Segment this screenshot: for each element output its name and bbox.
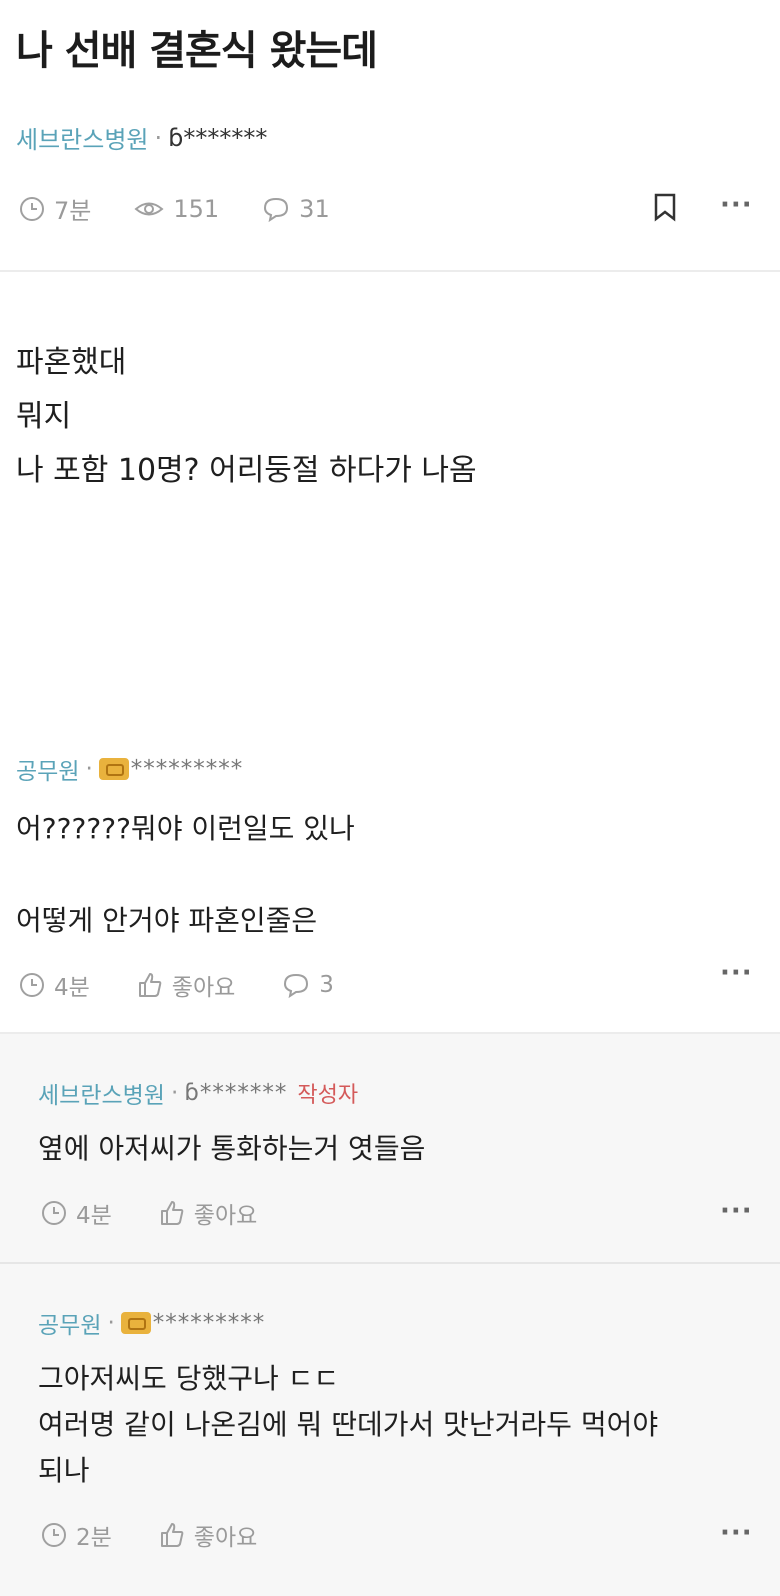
comment-icon bbox=[284, 973, 309, 999]
post-views: 151 bbox=[133, 195, 219, 223]
like-label: 좋아요 bbox=[193, 1525, 258, 1551]
reply-author[interactable]: 공무원 · ********* bbox=[38, 1306, 780, 1340]
reply-meta: 2분 좋아요 bbox=[40, 1518, 780, 1552]
reply-line: 여러명 같이 나온김에 뭐 딴데가서 맛난거라두 먹어야 bbox=[38, 1408, 659, 1441]
post-meta: 7분 151 31 bbox=[18, 191, 372, 226]
post-time-text: 7분 bbox=[54, 197, 92, 225]
post-comments-count: 31 bbox=[299, 194, 330, 223]
reply-count: 3 bbox=[319, 972, 334, 998]
eye-icon bbox=[134, 202, 164, 215]
reply-author[interactable]: 세브란스병원 · ɓ******* 작성자 bbox=[38, 1076, 780, 1110]
comment-nickname[interactable]: ********* bbox=[131, 756, 244, 782]
reply-meta: 4분 좋아요 bbox=[40, 1196, 780, 1230]
divider bbox=[0, 1032, 780, 1034]
reply-text: 그아저씨도 당했구나 ㄷㄷ 여러명 같이 나온김에 뭐 딴데가서 맛난거라두 먹… bbox=[38, 1356, 780, 1494]
bookmark-icon[interactable] bbox=[652, 192, 678, 222]
reply-time-text: 2분 bbox=[76, 1525, 112, 1551]
reply-more-button[interactable]: ··· bbox=[720, 1196, 753, 1226]
thumbs-up-icon bbox=[138, 973, 162, 997]
post-views-count: 151 bbox=[173, 194, 220, 223]
reply-more-button[interactable]: ··· bbox=[720, 1518, 753, 1548]
post-comments[interactable]: 31 bbox=[261, 195, 330, 223]
comment-company[interactable]: 공무원 bbox=[16, 752, 79, 786]
reply: 공무원 · ********* 그아저씨도 당했구나 ㄷㄷ 여러명 같이 나온김… bbox=[0, 1306, 780, 1552]
post-time: 7분 bbox=[18, 191, 91, 226]
post-more-button[interactable]: ··· bbox=[720, 190, 753, 220]
thumbs-up-icon bbox=[160, 1201, 184, 1225]
reply-text: 옆에 아저씨가 통화하는거 엿들음 bbox=[38, 1126, 780, 1172]
reply-time: 2분 bbox=[40, 1518, 112, 1552]
post-title: 나 선배 결혼식 왔는데 bbox=[16, 28, 378, 74]
separator-dot: · bbox=[85, 756, 93, 782]
comment-line: 어떻게 안거야 파혼인줄은 bbox=[16, 904, 318, 937]
comment-icon bbox=[264, 197, 289, 222]
reply-nickname[interactable]: ********* bbox=[153, 1310, 266, 1336]
comment-line bbox=[16, 852, 780, 898]
clock-icon bbox=[42, 1523, 66, 1547]
reply-line: 그아저씨도 당했구나 ㄷㄷ bbox=[38, 1362, 340, 1395]
writer-badge: 작성자 bbox=[297, 1083, 359, 1108]
reply-line: 되나 bbox=[38, 1454, 90, 1487]
separator-dot: · bbox=[154, 123, 163, 152]
post-body-line: 뭐지 bbox=[16, 399, 72, 434]
like-label: 좋아요 bbox=[193, 1203, 258, 1229]
post-body: 파혼했대 뭐지 나 포함 10명? 어리둥절 하다가 나옴 bbox=[16, 336, 477, 498]
clock-icon bbox=[42, 1201, 66, 1225]
comment-time: 4분 bbox=[18, 968, 90, 1002]
divider bbox=[0, 270, 780, 272]
comment-author[interactable]: 공무원 · ********* bbox=[16, 752, 780, 786]
comment-line: 어??????뭐야 이런일도 있나 bbox=[16, 812, 355, 845]
like-button[interactable]: 좋아요 bbox=[158, 1196, 257, 1230]
reply-count-button[interactable]: 3 bbox=[281, 971, 334, 999]
reply: 세브란스병원 · ɓ******* 작성자 옆에 아저씨가 통화하는거 엿들음 … bbox=[0, 1076, 780, 1230]
comment-more-button[interactable]: ··· bbox=[720, 958, 753, 988]
comment-time-text: 4분 bbox=[54, 975, 90, 1001]
like-label: 좋아요 bbox=[171, 975, 236, 1001]
comment-text: 어??????뭐야 이런일도 있나 어떻게 안거야 파혼인줄은 bbox=[16, 806, 780, 944]
post-body-line: 파혼했대 bbox=[16, 345, 127, 380]
author-nickname[interactable]: ɓ******* bbox=[168, 124, 267, 152]
clock-icon bbox=[20, 196, 44, 221]
like-button[interactable]: 좋아요 bbox=[136, 968, 235, 1002]
divider bbox=[0, 1262, 780, 1264]
clock-icon bbox=[20, 973, 44, 997]
reply-company[interactable]: 공무원 bbox=[38, 1306, 101, 1340]
reply-company[interactable]: 세브란스병원 bbox=[38, 1076, 165, 1110]
reply-time: 4분 bbox=[40, 1196, 112, 1230]
post-page: 나 선배 결혼식 왔는데 세브란스병원 · ɓ******* 7분 151 31… bbox=[0, 0, 780, 1596]
like-button[interactable]: 좋아요 bbox=[158, 1518, 257, 1552]
fist-badge-icon bbox=[120, 1312, 151, 1334]
reply-line: 옆에 아저씨가 통화하는거 엿들음 bbox=[38, 1132, 426, 1165]
author-company[interactable]: 세브란스병원 bbox=[16, 120, 148, 155]
thumbs-up-icon bbox=[160, 1523, 184, 1547]
post-author[interactable]: 세브란스병원 · ɓ******* bbox=[16, 120, 267, 155]
post-body-line: 나 포함 10명? 어리둥절 하다가 나옴 bbox=[16, 453, 477, 488]
comment: 공무원 · ********* 어??????뭐야 이런일도 있나 어떻게 안거… bbox=[0, 752, 780, 1002]
fist-badge-icon bbox=[98, 758, 129, 780]
reply-nickname[interactable]: ɓ******* bbox=[184, 1080, 287, 1106]
separator-dot: · bbox=[170, 1080, 179, 1106]
separator-dot: · bbox=[107, 1310, 115, 1336]
reply-time-text: 4분 bbox=[76, 1203, 112, 1229]
comment-meta: 4분 좋아요 3 bbox=[18, 968, 780, 1002]
